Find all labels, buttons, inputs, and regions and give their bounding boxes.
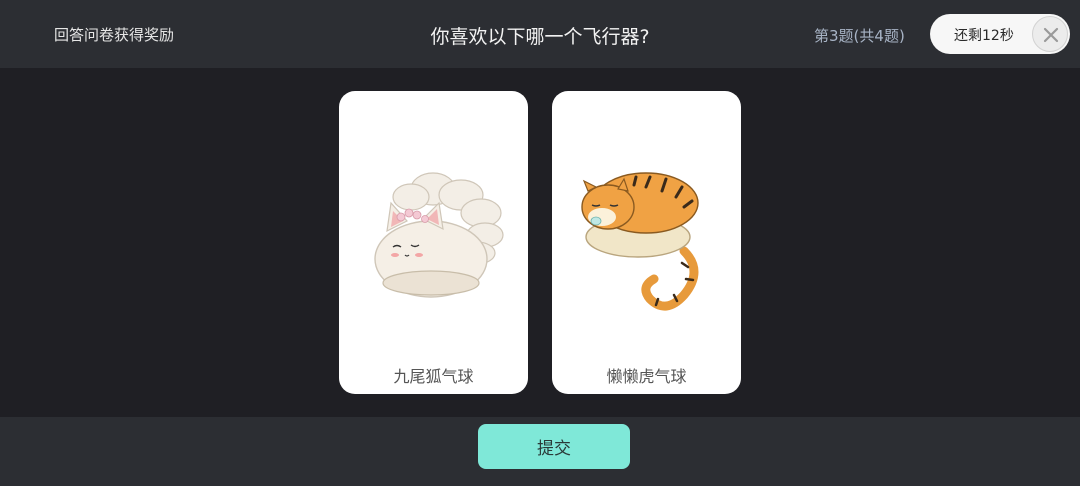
content-area (0, 68, 1080, 417)
question-title: 你喜欢以下哪一个飞行器? (430, 26, 650, 48)
option-label-tiger: 懒懒虎气球 (606, 367, 687, 386)
question-progress: 第3题(共4题) (814, 27, 905, 45)
submit-button[interactable]: 提交 (478, 424, 630, 469)
tiger-balloon-image (581, 172, 699, 311)
option-card-fox[interactable]: 九尾狐气球 (339, 91, 528, 394)
top-bar: 回答问卷获得奖励 你喜欢以下哪一个飞行器? 第3题(共4题) 还剩12秒 (0, 0, 1080, 68)
fox-balloon-image (374, 172, 504, 298)
option-card-tiger[interactable]: 懒懒虎气球 (552, 91, 741, 394)
timer-text: 还剩12秒 (954, 28, 1014, 44)
close-button[interactable] (1032, 16, 1068, 52)
close-icon (1043, 27, 1059, 43)
option-label-fox: 九尾狐气球 (393, 367, 474, 386)
